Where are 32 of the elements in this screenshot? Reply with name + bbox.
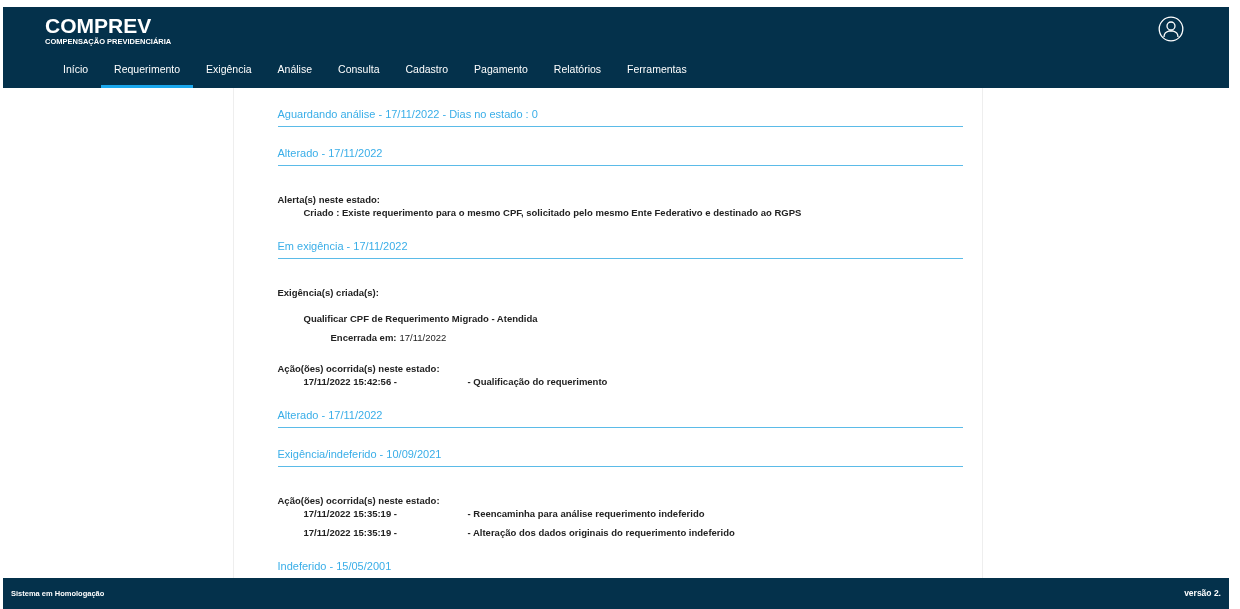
action-description: - Alteração dos dados originais do requerimento indeferido bbox=[467, 526, 735, 539]
nav-tab[interactable]: Consulta bbox=[325, 55, 393, 88]
nav-tab[interactable]: Ferramentas bbox=[614, 55, 700, 88]
block-label: Ação(ões) ocorrida(s) neste estado: bbox=[277, 494, 441, 507]
closed-label: Encerrada em: bbox=[330, 331, 397, 344]
state-heading: Indeferido - 15/05/2001 bbox=[277, 559, 392, 574]
nav-tab[interactable]: Relatórios bbox=[540, 55, 615, 88]
action-description: - Reencaminha para análise requerimento indeferido bbox=[467, 507, 705, 520]
requirement-title: Qualificar CPF de Requerimento Migrado - Atendida bbox=[302, 312, 539, 325]
alert-text: Criado : Existe requerimento para o mesmo CPF, solicitado pelo mesmo Ente Federativo e destinado ao RGPS bbox=[302, 206, 803, 219]
state-heading: Em exigência - 17/11/2022 bbox=[277, 239, 408, 254]
state-heading: Aguardando análise - 17/11/2022 - Dias no estado : 0 bbox=[277, 107, 538, 122]
action-time: 17/11/2022 15:42:56 - bbox=[302, 375, 398, 388]
closed-date: 17/11/2022 bbox=[399, 331, 447, 344]
action-time: 17/11/2022 15:35:19 - bbox=[302, 507, 398, 520]
brand-title: COMPREV bbox=[45, 15, 152, 37]
action-time: 17/11/2022 15:35:19 - bbox=[302, 526, 398, 539]
state-heading: Alterado - 17/11/2022 bbox=[277, 146, 383, 161]
nav-tab[interactable]: Cadastro bbox=[392, 55, 462, 88]
nav-tab[interactable]: Requerimento bbox=[101, 55, 194, 88]
state-heading: Alterado - 17/11/2022 bbox=[277, 408, 383, 423]
nav-tab[interactable]: Exigência bbox=[193, 55, 265, 88]
nav-tab[interactable]: Análise bbox=[264, 55, 326, 88]
action-description: - Qualificação do requerimento bbox=[467, 375, 608, 388]
block-label: Alerta(s) neste estado: bbox=[277, 193, 381, 206]
footer-version: versão 2. bbox=[1184, 587, 1221, 600]
user-account-icon[interactable] bbox=[1158, 16, 1184, 42]
nav-tab[interactable]: Início bbox=[50, 55, 102, 88]
block-label: Exigência(s) criada(s): bbox=[277, 286, 380, 299]
nav-tab[interactable]: Pagamento bbox=[461, 55, 541, 88]
block-label: Ação(ões) ocorrida(s) neste estado: bbox=[277, 362, 441, 375]
state-heading: Exigência/indeferido - 10/09/2021 bbox=[277, 447, 442, 462]
